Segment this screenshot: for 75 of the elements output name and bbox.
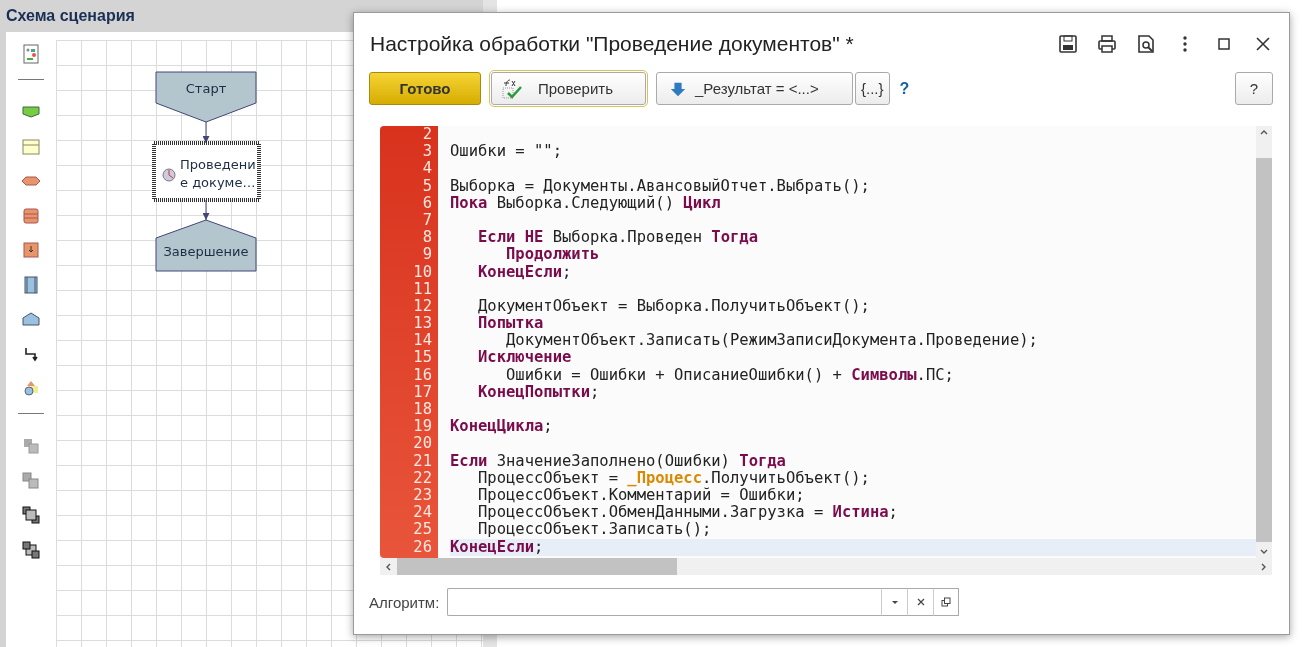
help-button[interactable]: ? — [1235, 72, 1273, 105]
ungroup-icon[interactable] — [21, 470, 41, 491]
line-number: 22 — [412, 469, 433, 487]
line-number: 9 — [421, 246, 433, 264]
vertical-scrollbar[interactable] — [1256, 126, 1272, 558]
end-node[interactable]: Завершение — [155, 219, 257, 272]
line-number: 25 — [412, 521, 433, 539]
check-button[interactable]: Проверить — [491, 72, 646, 105]
code-line: Ошибки = ""; — [450, 142, 562, 161]
stack-icon[interactable] — [21, 205, 41, 226]
line-number: 19 — [412, 418, 433, 436]
line-number: 2 — [421, 126, 433, 144]
code-line: КонецЕсли; — [477, 262, 572, 281]
code-line: ПроцессОбъект = _Процесс.ПолучитьОбъект(); — [477, 468, 870, 487]
horizontal-scrollbar[interactable] — [380, 558, 1272, 575]
preview-icon[interactable] — [1136, 34, 1156, 54]
open-icon[interactable] — [941, 597, 952, 607]
line-number: 17 — [412, 383, 433, 401]
help-link[interactable]: ? — [899, 79, 910, 98]
dialog-title: Настройка обработки "Проведение документов" * — [370, 32, 854, 56]
panel-icon[interactable] — [21, 274, 41, 295]
code-line: ПроцессОбъект.Записать(); — [477, 520, 712, 539]
line-number: 12 — [412, 297, 433, 316]
line-number: 5 — [421, 177, 433, 195]
algorithm-label: Алгоритм: — [369, 593, 440, 611]
document-icon[interactable] — [21, 44, 41, 64]
line-number: 20 — [412, 435, 433, 453]
algorithm-field[interactable] — [447, 588, 882, 616]
group-icon[interactable] — [21, 436, 41, 456]
connector-arrow — [202, 121, 210, 144]
code-line: Попытка — [477, 314, 544, 333]
line-number: 24 — [412, 504, 433, 522]
line-number: 16 — [412, 366, 433, 384]
line-number: 4 — [421, 160, 433, 178]
code-line: Если НЕ Выборка.Проведен Тогда — [477, 228, 758, 247]
formula-check-icon — [502, 77, 524, 100]
code-line: ДокументОбъект.Записать(РежимЗаписиДокумента.Проведение); — [505, 331, 1038, 350]
line-number: 14 — [412, 332, 433, 350]
print-icon[interactable] — [1097, 34, 1117, 54]
done-button[interactable]: Готово — [369, 72, 481, 105]
line-number: 13 — [412, 315, 433, 333]
code-line: КонецЦикла; — [450, 417, 553, 436]
panel-title: Схема сценария — [5, 6, 136, 26]
connector-arrow — [202, 199, 210, 221]
code-line: Продолжить — [505, 245, 600, 264]
clear-icon[interactable] — [915, 597, 926, 607]
code-line: ДокументОбъект = Выборка.ПолучитьОбъект(); — [477, 296, 870, 315]
line-number: 18 — [412, 401, 433, 419]
code-line: Пока Выборка.Следующий() Цикл — [450, 193, 721, 212]
line-number: 15 — [412, 349, 433, 367]
code-line: ПроцессОбъект.ОбменДанными.Загрузка = Истина; — [477, 503, 898, 522]
save-icon[interactable] — [1058, 34, 1078, 54]
line-number: 23 — [412, 486, 433, 505]
line-number: 21 — [412, 452, 433, 470]
line-number: 10 — [412, 263, 433, 281]
code-line: Выборка = Документы.АвансовыйОтчет.Выбрать(); — [450, 176, 870, 195]
code-line: ПроцессОбъект.Комментарий = Ошибки; — [477, 485, 805, 504]
download-box-icon[interactable] — [21, 240, 41, 260]
insert-button[interactable]: _Результат = <...> — [656, 72, 853, 105]
code-line: Ошибки = Ошибки + ОписаниеОшибки() + Символы.ПС; — [505, 365, 954, 384]
task-node[interactable]: Проведени е докуме… — [152, 141, 261, 202]
line-number: 8 — [421, 229, 433, 247]
code-line: КонецЕсли; — [450, 537, 544, 556]
line-number: 26 — [412, 538, 433, 556]
code-line: Исключение — [477, 348, 572, 367]
send-back-icon[interactable] — [21, 539, 41, 560]
bring-front-icon[interactable] — [21, 505, 41, 525]
line-number: 3 — [421, 143, 433, 161]
code-line: Если ЗначениеЗаполнено(Ошибки) Тогда — [450, 451, 786, 470]
start-node[interactable]: Старт — [155, 71, 257, 123]
line-number: 6 — [421, 194, 433, 212]
braces-button[interactable]: {...} — [855, 72, 890, 105]
line-number: 7 — [421, 211, 433, 230]
line-number: 11 — [412, 280, 433, 298]
code-line: КонецПопытки; — [477, 382, 600, 401]
